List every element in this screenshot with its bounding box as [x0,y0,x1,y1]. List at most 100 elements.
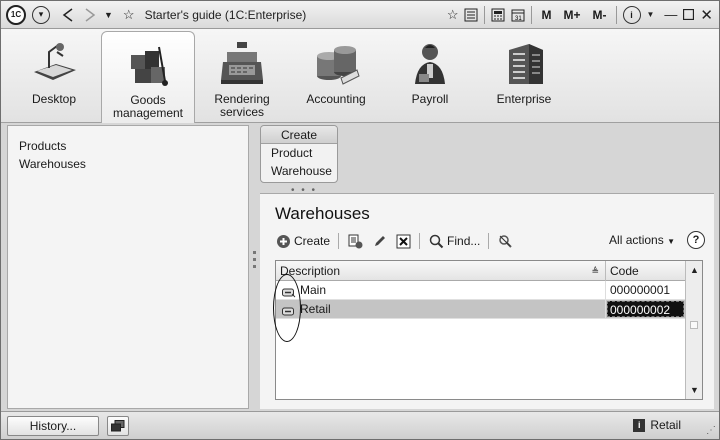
create-warehouse-item[interactable]: Warehouse [261,162,337,180]
scroll-up-icon[interactable]: ▲ [686,261,703,279]
all-actions-menu[interactable]: All actions ▼ [609,233,675,247]
section-rendering-services[interactable]: Rendering services [195,31,289,121]
cancel-search-icon [497,233,513,249]
find-button-label: Find... [447,234,481,248]
copy-icon [347,233,363,249]
section-label: Accounting [306,92,366,106]
create-button-label: Create [294,234,331,248]
resize-grip-icon[interactable]: ⋰ [706,425,716,436]
create-menu-header: Create [261,126,337,144]
find-button[interactable]: Find... [428,233,480,249]
delete-button[interactable] [395,233,411,249]
form-toolbar: Create Find... All actions ▼ ? [275,230,705,252]
row-code: 000000001 [610,283,671,297]
info-icon: i [633,418,646,432]
row-description: Main [300,283,327,297]
section-goods-management[interactable]: Goods management [101,31,195,123]
row-code-focused[interactable]: 000000002 [607,301,684,317]
table-row[interactable]: Main 000000001 [276,281,686,300]
vertical-scrollbar[interactable]: ▲ ▼ [685,261,702,399]
copy-button[interactable] [347,233,363,249]
scroll-thumb[interactable] [690,321,698,329]
sections-panel: Desktop Goods management Rendering servi… [1,29,719,123]
maximize-icon[interactable] [683,4,695,26]
status-message[interactable]: i Retail [633,418,681,432]
section-label: Rendering services [214,92,270,119]
windows-list-button[interactable] [107,416,129,436]
close-icon[interactable]: ✕ [700,4,713,26]
status-bar: History... i Retail ⋰ [1,411,719,439]
warehouses-form: Warehouses Create Find... All actions ▼ … [260,193,714,409]
form-title: Warehouses [275,204,370,223]
navigation-panel: Products Warehouses [7,125,249,409]
section-label: Desktop [31,92,77,106]
section-desktop[interactable]: Desktop [7,31,101,121]
help-icon[interactable]: ? [687,231,705,249]
delete-mark-icon [395,233,411,249]
cash-register-icon [217,39,267,89]
back-arrow-icon[interactable] [62,4,74,26]
cell-description: Main [276,281,606,300]
building-icon [499,39,549,89]
panel-splitter-handle[interactable] [251,251,257,281]
section-enterprise[interactable]: Enterprise [477,31,571,121]
section-label: Payroll [411,92,449,106]
column-label: Code [610,264,639,278]
add-circle-icon [275,233,291,249]
edit-button[interactable] [371,233,387,249]
favorites-star-icon[interactable]: ☆ [123,4,135,26]
separator [419,233,421,249]
magnifier-icon [428,233,444,249]
desktop-icon [29,39,79,89]
cell-description: Retail [276,300,606,319]
column-header-description[interactable]: Description ≜ [276,261,606,281]
memory-m-button[interactable]: M [538,8,554,22]
app-window: 1C ▾ ▼ ☆ Starter's guide (1C:Enterprise)… [0,0,720,440]
info-dropdown-icon[interactable]: ▼ [647,4,655,26]
create-product-item[interactable]: Product [261,144,337,162]
cancel-search-button[interactable] [497,233,513,249]
forward-arrow-icon[interactable] [84,4,96,26]
chevron-down-icon: ▼ [667,237,675,246]
cell-code: 000000002 [606,300,686,319]
info-icon[interactable]: i [622,5,641,24]
separator [531,5,533,24]
title-bar: 1C ▾ ▼ ☆ Starter's guide (1C:Enterprise)… [1,1,719,29]
status-text: Retail [650,418,681,432]
annotation-ellipse [273,274,301,342]
history-list-icon[interactable] [464,4,478,26]
table-row-selected[interactable]: Retail 000000002 [276,300,686,319]
app-logo-icon[interactable]: 1C [6,4,26,25]
minimize-icon[interactable]: — [664,4,677,26]
memory-m-plus-button[interactable]: M+ [560,8,583,22]
calendar-icon[interactable]: 31 [511,4,525,26]
calculator-icon[interactable] [491,4,505,26]
separator [488,233,490,249]
section-accounting[interactable]: Accounting [289,31,383,121]
person-icon [405,39,455,89]
memory-m-minus-button[interactable]: M- [590,8,610,22]
section-label: Enterprise [496,92,552,106]
table-header: Description ≜ Code [276,261,686,281]
section-label: Goods management [112,93,184,120]
column-header-code[interactable]: Code [606,261,686,281]
row-description: Retail [300,302,331,316]
nav-item-products[interactable]: Products [19,139,66,153]
history-button[interactable]: History... [7,416,99,436]
coins-icon [311,39,361,89]
pencil-icon [371,233,387,249]
separator [338,233,340,249]
main-menu-button[interactable]: ▾ [32,5,50,24]
add-favorite-star-icon[interactable]: ☆ [447,4,459,26]
create-button[interactable]: Create [275,233,330,249]
history-dropdown-icon[interactable]: ▼ [104,4,113,26]
goods-icon [123,40,173,90]
cell-code: 000000001 [606,281,686,300]
all-actions-label: All actions [609,233,664,247]
scroll-down-icon[interactable]: ▼ [686,381,703,399]
svg-text:31: 31 [515,16,522,22]
section-payroll[interactable]: Payroll [383,31,477,121]
nav-item-warehouses[interactable]: Warehouses [19,157,86,171]
warehouses-table: Description ≜ Code Main 000000001 Retail… [275,260,703,400]
windows-icon [111,420,125,432]
